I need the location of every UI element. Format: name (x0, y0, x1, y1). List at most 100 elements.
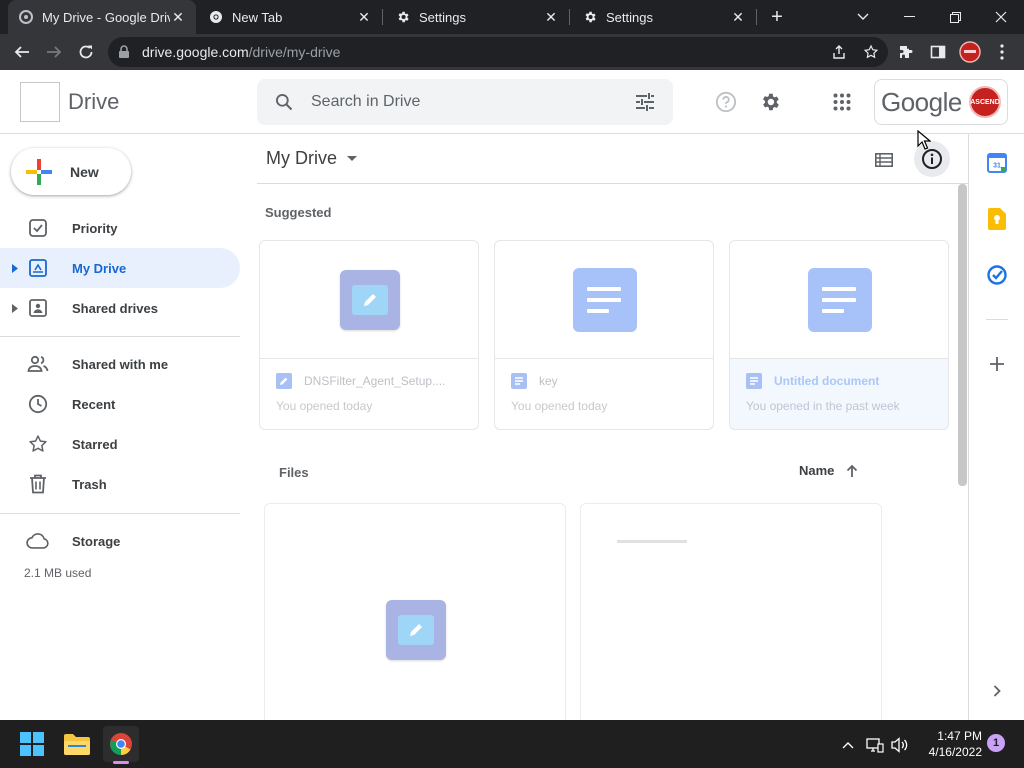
network-icon[interactable] (864, 734, 886, 756)
sort-ascending-arrow-icon[interactable] (846, 464, 858, 478)
sidebar-item-label: Trash (72, 476, 107, 492)
file-name: key (539, 374, 558, 388)
reload-icon[interactable] (72, 38, 100, 66)
keep-icon[interactable] (986, 208, 1008, 230)
sidebar-item-trash[interactable]: Trash (0, 464, 240, 504)
expand-caret-icon[interactable] (8, 303, 22, 313)
tab-title: Settings (419, 9, 466, 25)
sort-label: Name (799, 463, 835, 478)
forward-arrow-icon[interactable] (40, 38, 68, 66)
restore-icon[interactable] (932, 0, 978, 34)
volume-icon[interactable] (889, 734, 911, 756)
doc-small-icon (746, 373, 762, 389)
calendar-icon[interactable]: 31 (986, 152, 1008, 174)
file-explorer-icon[interactable] (59, 726, 95, 762)
tab-new-tab[interactable]: New Tab ✕ (198, 0, 382, 34)
sidebar-item-label: My Drive (72, 260, 127, 276)
sidebar-item-storage[interactable]: Storage (0, 521, 240, 561)
sidebar-item-shared-drives[interactable]: Shared drives (0, 288, 240, 328)
close-tab-icon[interactable]: ✕ (730, 9, 746, 25)
file-activity: You opened in the past week (746, 399, 900, 413)
file-activity: You opened today (511, 399, 608, 413)
drawing-file-icon (386, 600, 446, 660)
tab-settings-1[interactable]: Settings ✕ (385, 0, 569, 34)
sidebar-item-recent[interactable]: Recent (0, 384, 240, 424)
search-bar[interactable] (257, 79, 673, 125)
back-arrow-icon[interactable] (8, 38, 36, 66)
toolbar-divider (257, 183, 968, 184)
suggested-card[interactable]: key You opened today (494, 240, 714, 430)
dropdown-arrow-icon[interactable] (347, 156, 357, 161)
sidebar-item-starred[interactable]: Starred (0, 424, 240, 464)
doc-small-icon (511, 373, 527, 389)
tab-title: Settings (606, 9, 653, 25)
profile-avatar[interactable] (956, 38, 984, 66)
browser-tab-strip: My Drive - Google Drive ✕ New Tab ✕ Sett… (0, 0, 1024, 34)
show-hidden-icons-chevron[interactable] (837, 734, 859, 756)
file-name: DNSFilter_Agent_Setup.... (304, 374, 446, 388)
running-indicator (113, 761, 129, 764)
minimize-icon[interactable] (886, 0, 932, 34)
help-icon[interactable] (710, 86, 742, 118)
expand-caret-icon[interactable] (8, 263, 22, 273)
drive-logo-broken-image[interactable] (20, 82, 60, 122)
apps-grid-icon[interactable] (826, 86, 858, 118)
tab-search-chevron-icon[interactable] (840, 0, 886, 34)
star-icon (26, 432, 50, 456)
account-switcher[interactable]: Google ASCEND (874, 79, 1008, 125)
sidebar-item-priority[interactable]: Priority (0, 208, 240, 248)
drive-header: Drive Google ASCEND (0, 70, 1024, 134)
tasks-icon[interactable] (986, 264, 1008, 286)
close-tab-icon[interactable]: ✕ (356, 9, 372, 25)
bookmark-star-icon[interactable] (858, 39, 884, 65)
new-tab-button[interactable]: + (766, 6, 788, 28)
url-host: drive.google.com (142, 44, 249, 60)
sidebar-item-my-drive[interactable]: My Drive (0, 248, 240, 288)
people-icon (26, 352, 50, 376)
clock-time: 1:47 PM (937, 729, 982, 743)
drawing-file-icon (340, 269, 400, 330)
file-preview (730, 241, 948, 359)
account-avatar[interactable]: ASCEND (969, 86, 1001, 118)
windows-start-icon[interactable] (14, 726, 50, 762)
close-tab-icon[interactable]: ✕ (170, 9, 186, 25)
new-button[interactable]: New (11, 148, 131, 195)
suggested-card[interactable]: Untitled document You opened in the past… (729, 240, 949, 430)
lock-icon (118, 45, 132, 59)
storage-usage-text: 2.1 MB used (24, 566, 92, 580)
chrome-menu-icon[interactable] (988, 38, 1016, 66)
list-view-icon[interactable] (869, 145, 899, 175)
search-options-icon[interactable] (617, 79, 673, 125)
expand-panel-chevron-icon[interactable] (986, 680, 1008, 702)
product-name[interactable]: Drive (68, 89, 119, 115)
doc-file-icon (808, 267, 872, 332)
trash-icon (26, 472, 50, 496)
suggested-card[interactable]: DNSFilter_Agent_Setup.... You opened tod… (259, 240, 479, 430)
settings-gear-icon[interactable] (754, 86, 786, 118)
sidebar-item-shared-with-me[interactable]: Shared with me (0, 344, 240, 384)
tab-settings-2[interactable]: Settings ✕ (572, 0, 756, 34)
address-bar[interactable]: drive.google.com/drive/my-drive (108, 37, 888, 67)
file-card[interactable] (264, 503, 566, 723)
clock-date: 4/16/2022 (928, 745, 982, 759)
share-icon[interactable] (826, 39, 852, 65)
close-tab-icon[interactable]: ✕ (543, 9, 559, 25)
suggested-section-title: Suggested (265, 205, 332, 220)
tab-my-drive[interactable]: My Drive - Google Drive ✕ (8, 0, 196, 34)
vertical-scrollbar[interactable] (958, 184, 967, 486)
tab-separator (382, 9, 383, 25)
sort-control[interactable]: Name (799, 463, 858, 478)
breadcrumb[interactable]: My Drive (266, 148, 357, 169)
drawing-small-icon (276, 373, 292, 389)
search-input[interactable] (311, 80, 617, 124)
close-window-icon[interactable] (978, 0, 1024, 34)
search-icon[interactable] (257, 79, 311, 125)
system-clock[interactable]: 1:47 PM 4/16/2022 (918, 728, 982, 760)
file-card[interactable] (580, 503, 882, 723)
notification-badge[interactable]: 1 (987, 734, 1005, 752)
extensions-puzzle-icon[interactable] (892, 38, 920, 66)
add-addon-plus-icon[interactable] (986, 353, 1008, 375)
file-name: Untitled document (774, 374, 880, 388)
side-panel-icon[interactable] (924, 38, 952, 66)
chrome-taskbar-icon[interactable] (103, 726, 139, 762)
